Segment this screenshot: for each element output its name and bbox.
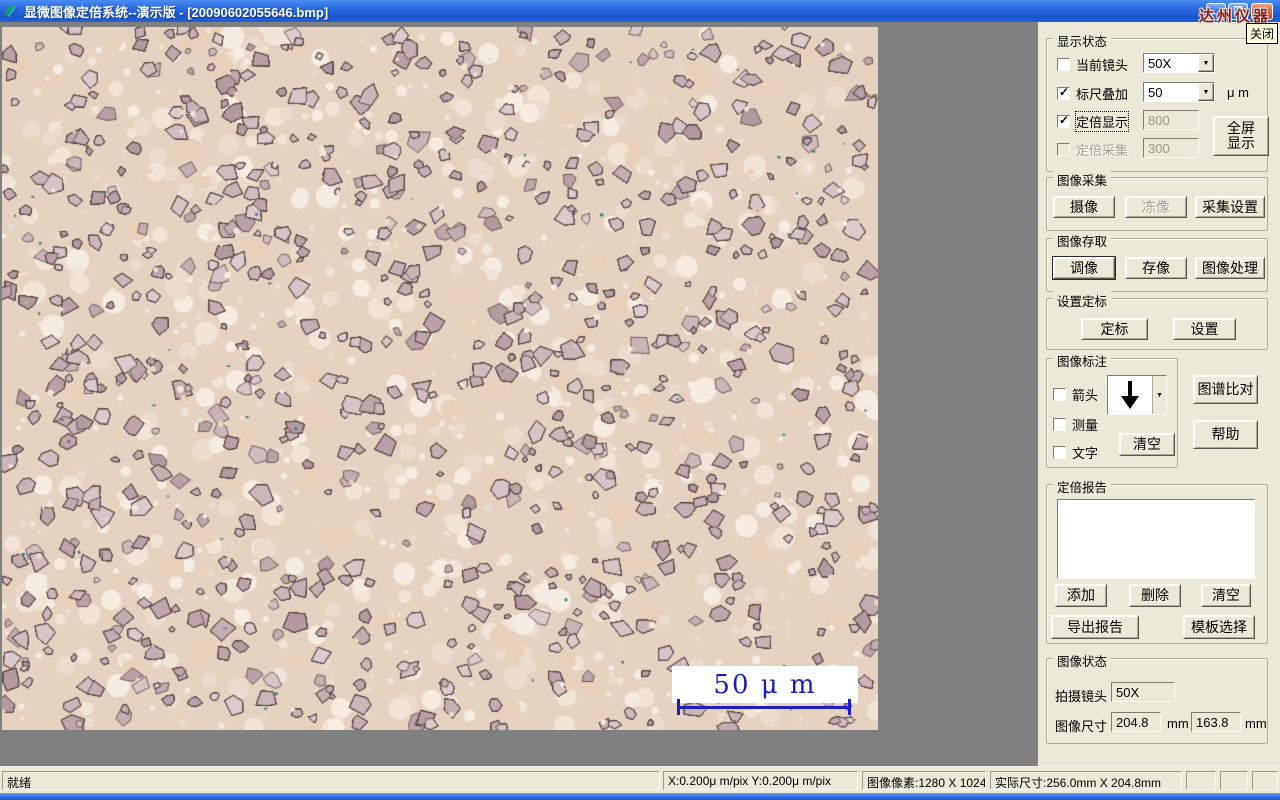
measure-label: 测量 [1072,418,1099,433]
capture-settings-button[interactable]: 采集设置 [1195,196,1265,218]
group-display-status: 显示状态 当前镜头 50X ▼ ✓ 标尺叠加 50 ▼ μ m ✓ 定倍显示 8… [1046,31,1269,172]
chevron-down-icon[interactable]: ▼ [1152,376,1166,414]
status-spare-2 [1220,771,1248,790]
fixed-display-label: 定倍显示 [1074,111,1130,132]
fullscreen-button[interactable]: 全屏 显示 [1213,116,1269,156]
arrow-label: 箭头 [1072,388,1099,403]
group-calibration: 设置定标 定标 设置 [1046,291,1268,350]
template-select-button[interactable]: 模板选择 [1183,615,1255,639]
scale-bar-tick-right [848,699,851,715]
image-height-unit: mm [1245,716,1267,731]
chevron-down-icon[interactable]: ▼ [1198,54,1214,72]
close-button[interactable]: ✕ [1251,3,1273,20]
control-panel: 显示状态 当前镜头 50X ▼ ✓ 标尺叠加 50 ▼ μ m ✓ 定倍显示 8… [1038,22,1280,766]
scale-bar-line [678,706,851,709]
export-report-button[interactable]: 导出报告 [1051,615,1139,639]
freeze-button: 冻像 [1125,196,1187,218]
scale-overlay-select[interactable]: 50 ▼ [1143,82,1215,102]
current-lens-select[interactable]: 50X ▼ [1143,53,1215,73]
group-image-status: 图像状态 拍摄镜头 50X 图像尺寸 204.8 mm 163.8 mm [1046,651,1268,744]
group-annotation-title: 图像标注 [1053,351,1112,370]
load-image-button[interactable]: 调像 [1053,257,1115,279]
image-process-button[interactable]: 图像处理 [1195,257,1265,279]
status-pixels: 图像像素:1280 X 1024 [862,771,986,790]
status-spare-3 [1252,771,1278,790]
group-image-status-title: 图像状态 [1053,651,1112,670]
window-title: 显微图像定倍系统--演示版 - [20090602055646.bmp] [24,4,329,20]
close-tooltip: 关闭 [1246,23,1279,44]
fixed-display-checkbox[interactable]: ✓ [1057,113,1070,128]
report-add-button[interactable]: 添加 [1055,584,1107,607]
current-lens-checkbox[interactable] [1057,58,1070,71]
image-height-field: 163.8 [1191,712,1241,732]
arrow-checkbox[interactable] [1053,388,1066,401]
title-bar: 显微图像定倍系统--演示版 - [20090602055646.bmp] [0,0,1280,22]
scale-overlay-checkbox[interactable]: ✓ [1057,85,1070,100]
check-icon: ✓ [1059,85,1070,99]
down-arrow-glyph [1108,376,1152,414]
report-delete-button[interactable]: 删除 [1129,584,1181,607]
save-image-button[interactable]: 存像 [1125,257,1187,279]
group-report-title: 定倍报告 [1053,477,1112,496]
scale-bar-tick-left [677,699,680,715]
shoot-button[interactable]: 摄像 [1053,196,1115,218]
fixed-display-input: 800 [1143,110,1199,130]
restore-icon: ❐ [1233,6,1243,17]
group-storage: 图像存取 调像 存像 图像处理 [1046,231,1268,292]
report-clear-button[interactable]: 清空 [1201,584,1251,607]
text-checkbox[interactable] [1053,446,1066,459]
current-lens-value: 50X [1148,56,1172,71]
close-icon: ✕ [1257,6,1267,17]
scale-bar-label: 50 μ m [672,666,858,703]
status-resolution: X:0.200μ m/pix Y:0.200μ m/pix [663,771,858,790]
image-size-label: 图像尺寸 [1055,719,1108,734]
report-listbox[interactable] [1057,499,1255,579]
group-report: 定倍报告 添加 删除 清空 导出报告 模板选择 [1046,477,1268,644]
status-actual-size: 实际尺寸:256.0mm X 204.8mm [990,771,1182,790]
fixed-capture-input: 300 [1143,138,1199,158]
taskbar-strip [0,793,1280,800]
atlas-compare-button[interactable]: 图谱比对 [1193,375,1258,404]
lens-field: 50X [1111,682,1175,702]
micrograph-canvas[interactable] [2,27,878,730]
image-width-field: 204.8 [1111,712,1161,732]
lens-label: 拍摄镜头 [1055,689,1108,704]
group-capture: 图像采集 摄像 冻像 采集设置 [1046,170,1268,231]
group-storage-title: 图像存取 [1053,231,1112,250]
app-icon [3,3,19,19]
minimize-icon: ─ [1212,9,1220,20]
help-button[interactable]: 帮助 [1193,420,1258,449]
chevron-down-icon[interactable]: ▼ [1198,83,1214,101]
fixed-capture-label: 定倍采集 [1076,143,1129,158]
annotation-clear-button[interactable]: 清空 [1119,433,1175,456]
text-label: 文字 [1072,446,1099,461]
group-calibration-title: 设置定标 [1053,291,1112,310]
image-width-unit: mm [1167,716,1189,731]
micrograph-viewer: 50 μ m [2,27,878,730]
minimize-button[interactable]: ─ [1206,3,1226,20]
calibrate-button[interactable]: 定标 [1081,318,1148,340]
arrow-style-select[interactable]: ▼ [1107,375,1167,415]
group-annotation: 图像标注 箭头 测量 文字 ▼ 清空 [1046,351,1178,468]
scale-overlay-unit: μ m [1227,85,1249,100]
status-spare-1 [1186,771,1216,790]
group-display-status-title: 显示状态 [1053,31,1112,50]
fixed-capture-checkbox [1057,143,1070,156]
restore-button[interactable]: ❐ [1228,3,1248,20]
measure-checkbox[interactable] [1053,418,1066,431]
scale-overlay-label: 标尺叠加 [1076,87,1129,102]
calib-settings-button[interactable]: 设置 [1173,318,1236,340]
status-ready: 就绪 [2,771,660,790]
group-capture-title: 图像采集 [1053,170,1112,189]
check-icon: ✓ [1059,113,1070,127]
scale-overlay-value: 50 [1148,85,1163,100]
current-lens-label: 当前镜头 [1076,58,1129,73]
